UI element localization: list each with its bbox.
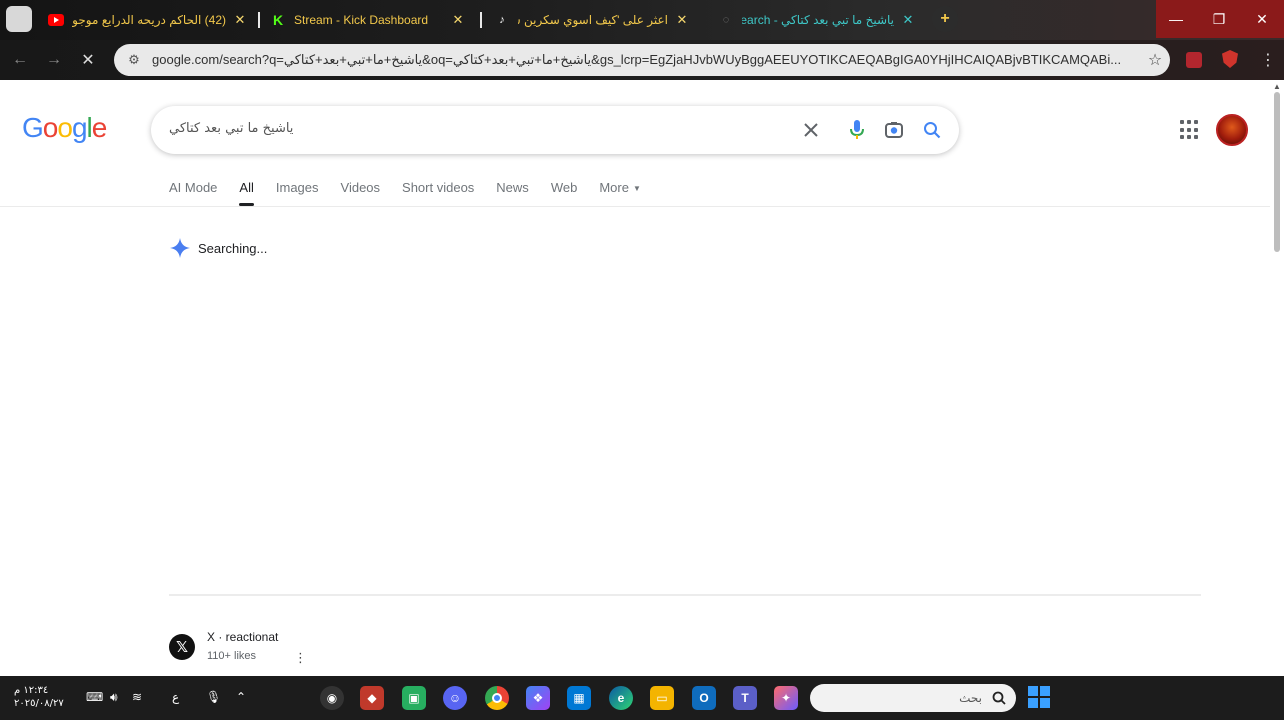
search-icon xyxy=(992,691,1006,705)
result-meta: 110+ likes xyxy=(207,650,257,662)
results-divider xyxy=(169,594,1201,596)
clear-search-icon[interactable] xyxy=(799,118,823,142)
tab-videos[interactable]: Videos xyxy=(341,178,381,206)
microphone-tray-icon[interactable]: 🎙︎ xyxy=(206,690,221,704)
caret-down-icon: ▼ xyxy=(632,184,641,193)
google-logo[interactable]: Google xyxy=(22,112,107,144)
taskbar-search-placeholder: بحث xyxy=(959,691,982,705)
restore-button[interactable]: ❐ xyxy=(1197,0,1241,38)
outlook-icon[interactable]: O xyxy=(692,686,716,710)
android-studio-icon[interactable]: ▣ xyxy=(402,686,426,710)
page-scrollbar[interactable]: ▲ xyxy=(1270,80,1284,676)
microphone-icon[interactable] xyxy=(845,118,869,142)
tab-title: ياشيخ ما تبي بعد كتاكي - Search xyxy=(742,13,894,27)
teams-icon[interactable]: T xyxy=(733,686,757,710)
address-bar[interactable]: ⚙ google.com/search?q=ياشيخ+ما+تبي+بعد+ك… xyxy=(114,44,1170,76)
tab-tiktok[interactable]: ♪ اعثر على 'كيف اسوي سكرين شو ✕ xyxy=(486,6,698,34)
menu-kebab-icon[interactable]: ⋮ xyxy=(1260,50,1276,70)
minimize-button[interactable]: — xyxy=(1154,0,1198,38)
tab-news[interactable]: News xyxy=(496,178,529,206)
start-button[interactable] xyxy=(1028,686,1050,708)
chrome-icon[interactable] xyxy=(485,686,509,710)
game-app-icon[interactable]: ◆ xyxy=(360,686,384,710)
new-tab-button[interactable]: + xyxy=(932,6,958,32)
search-result[interactable]: 𝕏 X · reactionat 110+ likes xyxy=(169,630,278,662)
tab-more[interactable]: More ▼ xyxy=(599,178,641,206)
tab-all[interactable]: All xyxy=(239,178,255,206)
close-tab-icon[interactable]: ✕ xyxy=(900,12,916,28)
tray-overflow-icon[interactable]: ⌃ xyxy=(236,690,246,704)
tab-google-search-active[interactable]: ◌ ياشيخ ما تبي بعد كتاكي - Search ✕ xyxy=(710,6,924,34)
tab-ai-mode[interactable]: AI Mode xyxy=(169,178,217,206)
wifi-icon[interactable]: ≋ xyxy=(132,690,142,704)
microsoft-store-icon[interactable]: ▦ xyxy=(567,686,591,710)
windows-taskbar: ١٢:٣٤ م ٢٠٢٥/٠٨/٢٧ ⌨ 🔊︎ ≋ ع 🎙︎ ⌃ ◉ ◆ ▣ ☺… xyxy=(0,676,1284,720)
tab-title: Stream - Kick Dashboard xyxy=(294,13,429,27)
shield-extension-icon[interactable] xyxy=(1222,50,1238,68)
browser-toolbar: ← → ✕ ⚙ google.com/search?q=ياشيخ+ما+تبي… xyxy=(0,40,1284,80)
tab-web[interactable]: Web xyxy=(551,178,578,206)
close-tab-icon[interactable]: ✕ xyxy=(232,12,248,28)
ms-store-app-icon[interactable]: ❖ xyxy=(526,686,550,710)
edge-icon[interactable]: e xyxy=(609,686,633,710)
forward-button[interactable]: → xyxy=(44,50,64,70)
more-label: More xyxy=(599,180,629,195)
kick-icon: K xyxy=(272,12,284,28)
search-icon[interactable] xyxy=(920,118,944,142)
keyboard-icon[interactable]: ⌨ xyxy=(86,690,103,704)
search-query-text[interactable]: ياشيخ ما تبي بعد كتاكي xyxy=(169,121,293,136)
stop-loading-button[interactable]: ✕ xyxy=(78,50,98,70)
clock-time: ١٢:٣٤ م xyxy=(14,685,49,696)
scroll-up-icon[interactable]: ▲ xyxy=(1273,82,1281,91)
loading-icon: ◌ xyxy=(722,14,730,26)
site-info-icon[interactable]: ⚙ xyxy=(120,52,148,68)
tab-separator xyxy=(258,12,260,28)
url-text[interactable]: google.com/search?q=ياشيخ+ما+تبي+بعد+كتا… xyxy=(148,52,1140,68)
tab-images[interactable]: Images xyxy=(276,178,319,206)
taskbar-clock[interactable]: ١٢:٣٤ م ٢٠٢٥/٠٨/٢٧ xyxy=(14,684,64,710)
account-avatar[interactable] xyxy=(1216,114,1248,146)
google-apps-icon[interactable] xyxy=(1180,120,1200,140)
close-tab-icon[interactable]: ✕ xyxy=(450,12,466,28)
tab-separator xyxy=(480,12,482,28)
volume-icon[interactable]: 🔊︎ xyxy=(110,690,118,705)
obs-icon[interactable]: ◉ xyxy=(320,686,344,710)
back-button[interactable]: ← xyxy=(10,50,30,70)
close-window-button[interactable]: ✕ xyxy=(1240,0,1284,38)
clock-date: ٢٠٢٥/٠٨/٢٧ xyxy=(14,698,64,709)
scroll-thumb[interactable] xyxy=(1274,92,1280,252)
plus-icon: + xyxy=(940,10,950,27)
file-explorer-icon[interactable]: ▭ xyxy=(650,686,674,710)
close-tab-icon[interactable]: ✕ xyxy=(674,12,690,28)
tab-kick[interactable]: K Stream - Kick Dashboard ✕ xyxy=(262,6,474,34)
search-box[interactable]: ياشيخ ما تبي بعد كتاكي xyxy=(151,106,959,154)
extension-icon[interactable] xyxy=(1186,52,1202,68)
x-logo-icon: 𝕏 xyxy=(169,634,195,660)
youtube-icon xyxy=(48,12,64,28)
status-text: Searching... xyxy=(198,240,268,256)
ai-overview-status: Searching... xyxy=(170,238,267,258)
taskbar-search[interactable]: بحث xyxy=(810,684,1016,712)
result-source[interactable]: X · reactionat xyxy=(207,630,278,644)
search-tabs: AI Mode All Images Videos Short videos N… xyxy=(169,178,663,208)
result-menu-icon[interactable]: ⋮ xyxy=(294,650,307,666)
bookmark-star-icon[interactable]: ☆ xyxy=(1140,50,1170,70)
tab-title: (42) الحاكم دريحه الدرايع موجود د xyxy=(72,13,226,27)
ai-sparkle-icon xyxy=(170,238,190,258)
tab-youtube[interactable]: (42) الحاكم دريحه الدرايع موجود د ✕ xyxy=(40,6,256,34)
tab-short-videos[interactable]: Short videos xyxy=(402,178,474,206)
browser-tab-strip: (42) الحاكم دريحه الدرايع موجود د ✕ K St… xyxy=(0,0,1284,40)
header-divider xyxy=(0,206,1270,207)
tab-title: اعثر على 'كيف اسوي سكرين شو xyxy=(518,13,668,27)
profile-button[interactable] xyxy=(6,6,32,32)
language-indicator[interactable]: ع xyxy=(172,690,179,704)
lens-camera-icon[interactable] xyxy=(882,118,906,142)
tiktok-icon: ♪ xyxy=(499,14,505,26)
discord-icon[interactable]: ☺ xyxy=(443,686,467,710)
copilot-icon[interactable]: ✦ xyxy=(774,686,798,710)
